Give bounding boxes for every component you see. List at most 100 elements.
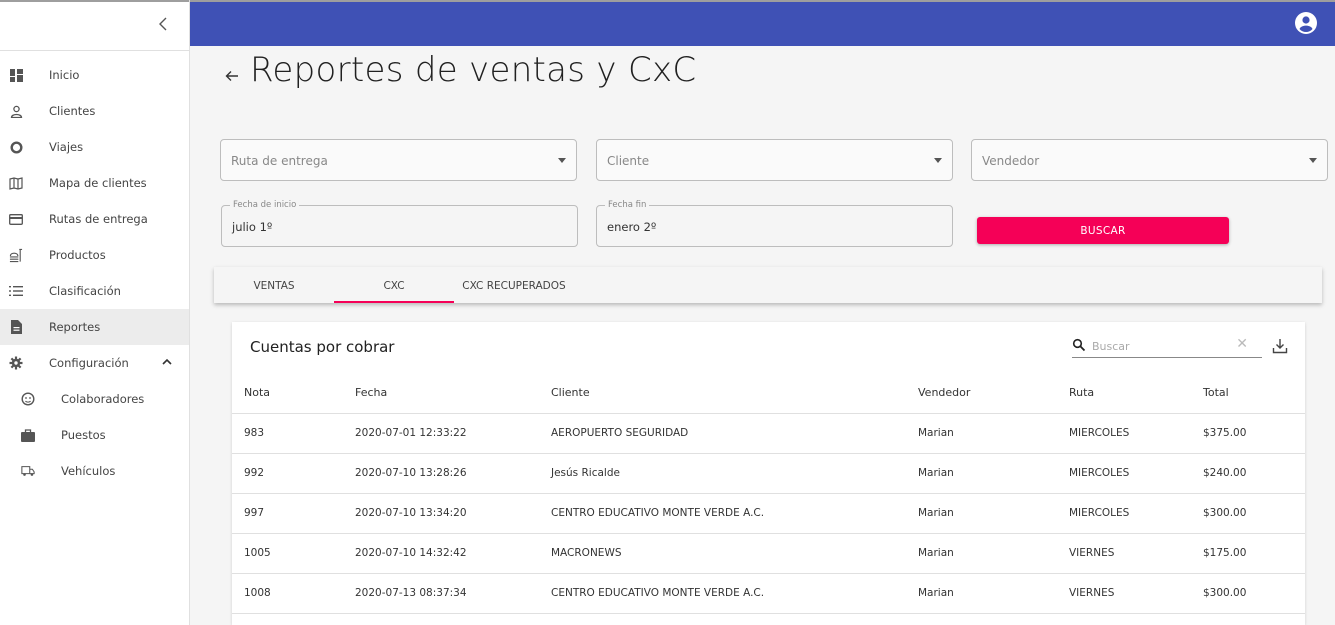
sidebar-item-reportes[interactable]: Reportes [0,309,189,345]
page-title: Reportes de ventas y CxC [250,50,697,90]
sidebar-item-productos[interactable]: Productos [0,237,189,273]
list-icon [9,284,23,298]
sidebar-item-rutas[interactable]: Rutas de entrega [0,201,189,237]
report-tabs: VENTAS CXC CXC RECUPERADOS [214,267,1322,303]
fecha-fin-value: enero 2º [607,220,657,234]
cell-ruta: MIERCOLES [1069,507,1130,519]
sidebar-item-mapa[interactable]: Mapa de clientes [0,165,189,201]
circle-icon [9,140,23,154]
sidebar-item-configuracion[interactable]: Configuración [0,345,189,381]
arrow-back-icon[interactable] [224,68,240,84]
cell-vendedor: Marian [918,507,954,519]
sidebar-item-label: Reportes [49,320,101,334]
fecha-inicio-label: Fecha de inicio [230,200,300,210]
cell-total: $300.00 [1203,507,1247,519]
sidebar-nav: Inicio Clientes Viajes Mapa de clientes … [0,51,189,489]
sidebar-item-label: Productos [49,248,106,262]
table-row[interactable]: 1008 2020-07-13 08:37:34 CENTRO EDUCATIV… [232,573,1305,613]
cell-total: $300.00 [1203,587,1247,599]
card-icon [9,212,23,226]
cell-total: $240.00 [1203,467,1247,479]
column-header-vendedor[interactable]: Vendedor [918,386,970,399]
ruta-placeholder: Ruta de entrega [231,154,328,168]
cell-vendedor: Marian [918,467,954,479]
cell-ruta: MIERCOLES [1069,427,1130,439]
cliente-select[interactable]: Cliente [596,139,953,181]
cell-total: $175.00 [1203,547,1247,559]
column-header-ruta[interactable]: Ruta [1069,386,1094,399]
sidebar-header [0,0,189,51]
cell-vendedor: Marian [918,587,954,599]
app-bar [190,0,1335,46]
cell-total: $375.00 [1203,427,1247,439]
sidebar: Inicio Clientes Viajes Mapa de clientes … [0,0,190,625]
cell-ruta: MIERCOLES [1069,467,1130,479]
map-icon [9,176,23,190]
cliente-placeholder: Cliente [607,154,650,168]
sidebar-item-inicio[interactable]: Inicio [0,57,189,93]
column-header-total[interactable]: Total [1203,386,1229,399]
sidebar-item-label: Vehículos [61,464,116,478]
tab-ventas[interactable]: VENTAS [214,267,334,303]
search-input[interactable] [1092,337,1232,355]
vendedor-select[interactable]: Vendedor [971,139,1328,181]
truck-icon [21,464,35,478]
briefcase-icon [21,428,35,442]
cell-ruta: VIERNES [1069,547,1115,559]
sidebar-item-label: Puestos [61,428,106,442]
sidebar-item-label: Rutas de entrega [49,212,148,226]
column-header-fecha[interactable]: Fecha [355,386,387,399]
dashboard-icon [9,68,23,82]
cell-fecha: 2020-07-10 14:32:42 [355,547,467,559]
sidebar-item-viajes[interactable]: Viajes [0,129,189,165]
tab-cxc-recuperados[interactable]: CXC RECUPERADOS [454,267,574,303]
column-header-cliente[interactable]: Cliente [551,386,590,399]
caret-down-icon [1309,158,1317,163]
clear-icon[interactable]: ✕ [1236,337,1248,351]
cell-fecha: 2020-07-10 13:28:26 [355,467,467,479]
cell-nota: 1005 [244,547,271,559]
table-row[interactable]: 992 2020-07-10 13:28:26 Jesús Ricalde Ma… [232,453,1305,493]
sidebar-item-vehiculos[interactable]: Vehículos [0,453,189,489]
fecha-inicio-value: julio 1º [232,220,273,234]
cell-nota: 997 [244,507,265,519]
sidebar-item-clientes[interactable]: Clientes [0,93,189,129]
account-circle-icon[interactable] [1295,12,1317,34]
cell-vendedor: Marian [918,427,954,439]
sidebar-item-colaboradores[interactable]: Colaboradores [0,381,189,417]
sidebar-item-label: Clientes [49,104,96,118]
fecha-fin-field[interactable]: Fecha fin enero 2º [596,200,953,247]
sidebar-item-label: Inicio [49,68,80,82]
sidebar-item-clasificacion[interactable]: Clasificación [0,273,189,309]
cell-nota: 983 [244,427,265,439]
fecha-inicio-field[interactable]: Fecha de inicio julio 1º [221,200,578,247]
face-icon [21,392,35,406]
table-row[interactable]: 1005 2020-07-10 14:32:42 MACRONEWS Maria… [232,533,1305,573]
cell-ruta: VIERNES [1069,587,1115,599]
table-row[interactable]: 997 2020-07-10 13:34:20 CENTRO EDUCATIVO… [232,493,1305,533]
tab-cxc[interactable]: CXC [334,267,454,303]
sidebar-item-label: Viajes [49,140,84,154]
ruta-select[interactable]: Ruta de entrega [220,139,577,181]
sidebar-item-label: Configuración [49,356,129,370]
chevron-left-icon[interactable] [155,16,171,36]
sidebar-item-puestos[interactable]: Puestos [0,417,189,453]
table-row-divider [232,613,1305,625]
gear-icon [9,356,23,370]
cxc-table-card: Cuentas por cobrar ✕ Nota Fecha Cliente … [232,322,1305,625]
fecha-fin-label: Fecha fin [605,200,650,210]
column-header-nota[interactable]: Nota [244,386,270,399]
document-icon [9,320,23,334]
caret-down-icon [934,158,942,163]
cell-cliente: MACRONEWS [551,547,622,559]
chevron-up-icon[interactable] [162,356,172,366]
cell-cliente: CENTRO EDUCATIVO MONTE VERDE A.C. [551,587,765,599]
buscar-button[interactable]: BUSCAR [977,217,1229,244]
download-icon[interactable] [1272,338,1288,354]
person-icon [9,104,23,118]
cell-cliente: AEROPUERTO SEGURIDAD [551,427,689,439]
cell-cliente: Jesús Ricalde [551,467,620,479]
sidebar-item-label: Mapa de clientes [49,176,147,190]
table-row[interactable]: 983 2020-07-01 12:33:22 AEROPUERTO SEGUR… [232,413,1305,453]
cell-vendedor: Marian [918,547,954,559]
